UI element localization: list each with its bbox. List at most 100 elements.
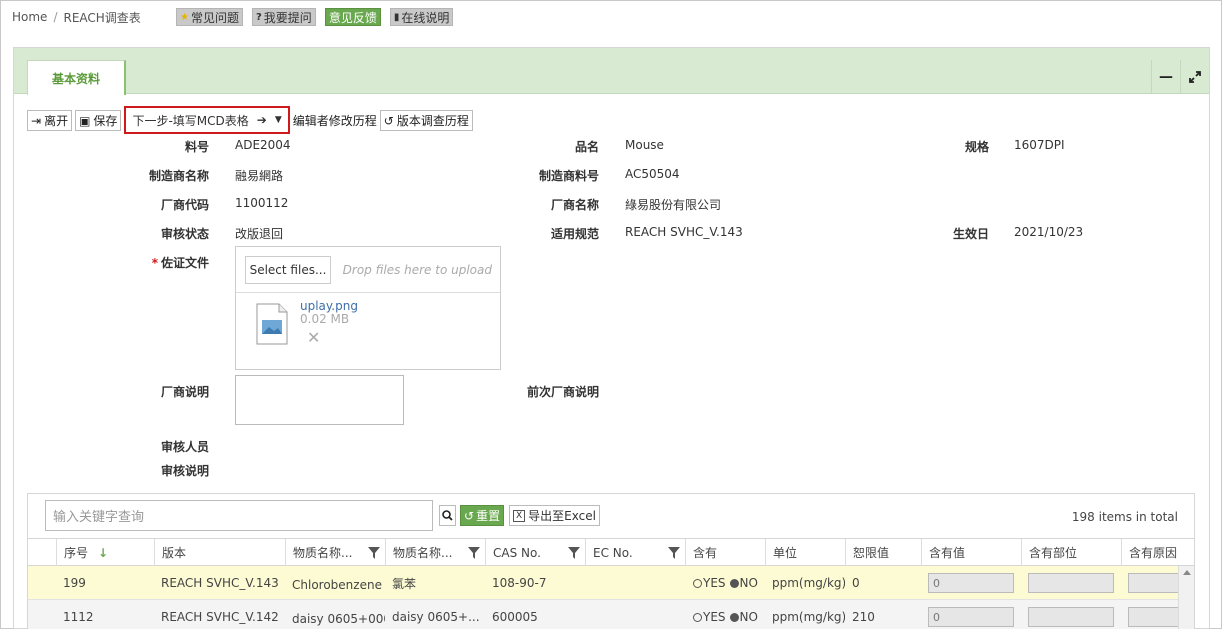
book-icon: ▮ — [393, 11, 400, 23]
uploaded-file-name[interactable]: uplay.png — [300, 299, 358, 313]
column-header-threshold[interactable]: 恕限值 — [845, 539, 921, 566]
cell-value: 0 — [921, 566, 1021, 600]
maker-part-label: 制造商料号 — [538, 169, 599, 183]
column-ec-label: EC No. — [593, 545, 633, 560]
feedback-label: 意见反馈 — [328, 10, 377, 25]
product-name-value: Mouse — [625, 138, 664, 152]
yes-label: YES — [703, 610, 726, 624]
next-step-button[interactable]: 下一步-填写MCD表格 ➔ ▼ — [129, 110, 284, 130]
editor-history-button[interactable]: 编辑者修改历程 — [292, 110, 377, 131]
product-name-label: 品名 — [574, 140, 599, 154]
column-header-ec[interactable]: EC No. — [585, 539, 685, 566]
search-icon[interactable] — [439, 505, 456, 526]
radio-no-selected[interactable] — [729, 578, 739, 588]
column-header-name-cn[interactable]: 物质名称... — [385, 539, 485, 566]
column-header-reason[interactable]: 含有原因 — [1121, 539, 1180, 566]
faq-button[interactable]: ★ 常见问题 — [176, 8, 243, 26]
caret-down-icon[interactable]: ▼ — [275, 115, 282, 125]
minimize-icon[interactable]: — — [1151, 60, 1180, 94]
tab-basic-info[interactable]: 基本资料 — [27, 60, 126, 95]
column-header-contains[interactable]: 含有 — [685, 539, 765, 566]
breadcrumb-home[interactable]: Home — [12, 10, 47, 24]
column-name-cn-label: 物质名称... — [393, 546, 453, 560]
cell-contains[interactable]: YES NO — [685, 600, 765, 629]
search-input[interactable]: 输入关键字查询 — [45, 500, 433, 531]
grid-header: 序号 ↓ 版本 物质名称... 物质名称... CAS No. EC No. 含… — [28, 538, 1194, 566]
cell-contains[interactable]: YES NO — [685, 566, 765, 600]
version-history-button[interactable]: ↺ 版本调查历程 — [379, 110, 473, 131]
leave-button[interactable]: ⇥ 离开 — [27, 110, 73, 131]
spec-label: 规格 — [964, 140, 989, 154]
editor-history-label: 编辑者修改历程 — [292, 114, 377, 128]
cell-unit: ppm(mg/kg) — [772, 610, 845, 624]
column-header-name-en[interactable]: 物质名称... — [285, 539, 385, 566]
filter-icon[interactable] — [668, 547, 680, 559]
location-input[interactable] — [1028, 607, 1114, 627]
filter-icon[interactable] — [568, 547, 580, 559]
reason-input[interactable] — [1128, 573, 1180, 593]
help-buttons: ★ 常见问题 ? 我要提问 意见反馈 ▮ 在线说明 — [176, 8, 454, 26]
evidence-label-text: 佐证文件 — [160, 256, 209, 270]
column-cas-label: CAS No. — [493, 545, 541, 560]
column-header-cas[interactable]: CAS No. — [485, 539, 585, 566]
next-step-label: 下一步-填写MCD表格 — [132, 113, 249, 128]
evidence-label: * 佐证文件 — [152, 254, 209, 271]
breadcrumb-current: REACH调查表 — [63, 10, 141, 25]
panel-header: 基本资料 — — [14, 48, 1209, 95]
panel-controls: — — [1151, 60, 1209, 94]
remove-file-icon[interactable]: ✕ — [307, 328, 320, 347]
online-help-button[interactable]: ▮ 在线说明 — [389, 8, 454, 26]
reset-button[interactable]: ↺ 重置 — [460, 505, 505, 526]
vertical-scrollbar[interactable] — [1178, 566, 1194, 629]
upload-dropzone[interactable]: Select files... Drop files here to uploa… — [236, 247, 500, 293]
cell-threshold: 210 — [852, 610, 875, 624]
select-files-button[interactable]: Select files... — [245, 256, 331, 284]
ask-question-button[interactable]: ? 我要提问 — [251, 8, 316, 26]
column-header-unit[interactable]: 单位 — [765, 539, 845, 566]
cell-name-cn: daisy 0605+... — [392, 610, 480, 624]
filter-icon[interactable] — [368, 547, 380, 559]
vendor-note-input[interactable] — [235, 375, 404, 425]
radio-yes[interactable] — [693, 612, 702, 622]
version-history-label: 版本调查历程 — [396, 114, 469, 128]
column-header-version[interactable]: 版本 — [154, 539, 285, 566]
vendor-code-value: 1100112 — [235, 196, 289, 210]
history-icon: ↺ — [383, 113, 394, 128]
exit-icon: ⇥ — [31, 113, 42, 128]
export-excel-button[interactable]: X 导出至Excel — [509, 505, 600, 526]
ask-question-label: 我要提问 — [263, 10, 312, 25]
column-header-seq[interactable]: 序号 ↓ — [56, 539, 154, 566]
vendor-code-label: 厂商代码 — [160, 198, 209, 212]
breadcrumb-separator: / — [53, 10, 58, 24]
radio-no-selected[interactable] — [729, 612, 739, 622]
column-header-value[interactable]: 含有值 — [921, 539, 1021, 566]
table-row[interactable]: 1112 REACH SVHC_V.142 daisy 0605+000 dai… — [28, 600, 1180, 629]
required-mark: * — [151, 256, 158, 270]
cell-version: REACH SVHC_V.143 — [161, 576, 279, 590]
reason-input[interactable] — [1128, 607, 1180, 627]
radio-yes[interactable] — [693, 578, 702, 588]
save-button[interactable]: ▣ 保存 — [75, 110, 122, 131]
no-label: NO — [739, 576, 758, 590]
column-header-location[interactable]: 含有部位 — [1021, 539, 1121, 566]
cell-unit: ppm(mg/kg) — [772, 576, 845, 590]
maker-name-label: 制造商名称 — [148, 169, 209, 183]
expand-icon[interactable] — [1180, 60, 1209, 94]
column-name-en-label: 物质名称... — [293, 546, 353, 560]
yes-label: YES — [703, 576, 726, 590]
value-input[interactable]: 0 — [928, 573, 1014, 593]
scroll-up-icon[interactable] — [1183, 570, 1191, 575]
header-spacer — [28, 539, 56, 566]
cell-name-cn: 氯苯 — [392, 576, 417, 591]
uploaded-file-size: 0.02 MB — [300, 312, 350, 326]
value-input[interactable]: 0 — [928, 607, 1014, 627]
feedback-button[interactable]: 意见反馈 — [324, 8, 381, 26]
question-icon: ? — [255, 11, 262, 23]
table-row[interactable]: 199 REACH SVHC_V.143 Chlorobenzene 氯苯 10… — [28, 566, 1180, 600]
filter-icon[interactable] — [468, 547, 480, 559]
part-no-value: ADE2004 — [235, 138, 291, 152]
vendor-name-value: 綠易股份有限公司 — [625, 198, 722, 212]
audit-status-value: 改版退回 — [235, 227, 284, 241]
location-input[interactable] — [1028, 573, 1114, 593]
review-note-label: 审核说明 — [160, 464, 209, 478]
